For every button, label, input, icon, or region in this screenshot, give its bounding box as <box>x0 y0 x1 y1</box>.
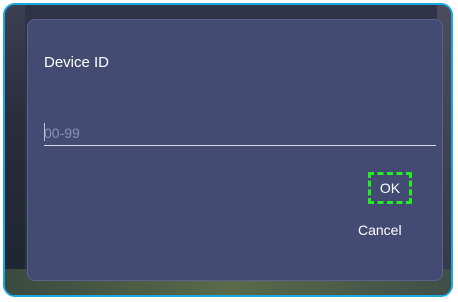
device-id-dialog: Device ID OK Cancel <box>27 19 443 281</box>
text-cursor <box>44 123 45 141</box>
device-id-input[interactable] <box>44 120 436 146</box>
background-left <box>5 5 25 295</box>
cancel-button[interactable]: Cancel <box>358 222 402 238</box>
screenshot-frame: Device ID OK Cancel <box>3 3 453 297</box>
dialog-title: Device ID <box>44 54 110 71</box>
ok-button-label: OK <box>379 180 401 196</box>
ok-button[interactable]: OK <box>368 172 412 204</box>
